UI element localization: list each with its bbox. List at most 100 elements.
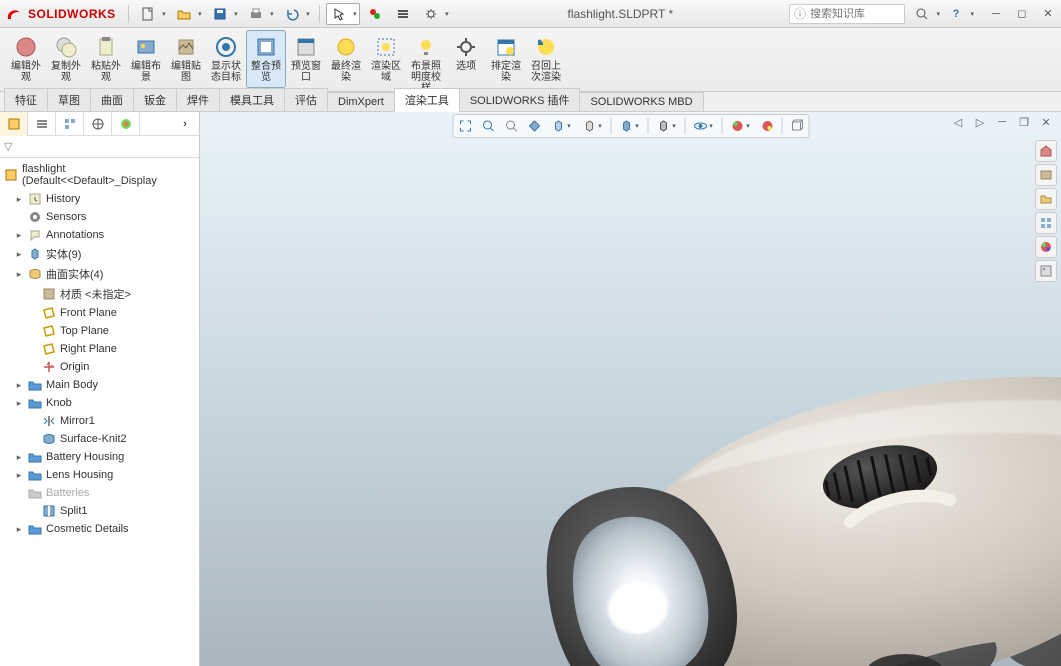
view-orientation-button[interactable] bbox=[546, 116, 576, 136]
tab-surfaces[interactable]: 曲面 bbox=[90, 88, 134, 111]
ribbon-edit-scene-button[interactable]: 编辑布景 bbox=[126, 30, 166, 88]
expand-icon[interactable]: ▸ bbox=[14, 230, 24, 241]
help-button[interactable]: ? bbox=[943, 3, 977, 25]
tree-item[interactable]: Origin bbox=[0, 358, 199, 376]
edit-appearance-button[interactable] bbox=[651, 116, 681, 136]
doc-next-button[interactable]: ▷ bbox=[971, 114, 989, 130]
tree-item[interactable]: Sensors bbox=[0, 208, 199, 226]
tab-weldments[interactable]: 焊件 bbox=[176, 88, 220, 111]
hide-show-button[interactable] bbox=[614, 116, 644, 136]
ribbon-preview-window-button[interactable]: 预览窗口 bbox=[286, 30, 326, 88]
display-manager-tab[interactable] bbox=[112, 112, 140, 136]
doc-restore-button[interactable]: ❐ bbox=[1015, 114, 1033, 130]
ribbon-display-state-target-button[interactable]: 显示状态目标 bbox=[206, 30, 246, 88]
ribbon-edit-appearance-button[interactable]: 编辑外观 bbox=[6, 30, 46, 88]
configuration-manager-tab[interactable] bbox=[56, 112, 84, 136]
tab-sw-addins[interactable]: SOLIDWORKS 插件 bbox=[459, 88, 581, 111]
previous-view-button[interactable] bbox=[500, 116, 522, 136]
search-submit-button[interactable] bbox=[909, 3, 943, 25]
tab-sw-mbd[interactable]: SOLIDWORKS MBD bbox=[579, 92, 703, 111]
doc-prev-button[interactable]: ◁ bbox=[949, 114, 967, 130]
tree-item[interactable]: Top Plane bbox=[0, 322, 199, 340]
tree-root-item[interactable]: flashlight (Default<<Default>_Display bbox=[0, 160, 199, 190]
open-file-button[interactable] bbox=[171, 3, 205, 25]
expand-icon[interactable]: ▸ bbox=[14, 380, 24, 391]
ribbon-copy-appearance-button[interactable]: 复制外观 bbox=[46, 30, 86, 88]
design-library-button[interactable] bbox=[1035, 164, 1057, 186]
ribbon-edit-decal-button[interactable]: 编辑贴图 bbox=[166, 30, 206, 88]
doc-close-button[interactable]: ✕ bbox=[1037, 114, 1055, 130]
view-palette-button[interactable] bbox=[1035, 212, 1057, 234]
ribbon-paste-appearance-button[interactable]: 粘贴外观 bbox=[86, 30, 126, 88]
tab-sketch[interactable]: 草图 bbox=[47, 88, 91, 111]
filter-icon[interactable]: ▽ bbox=[4, 140, 12, 153]
ribbon-scene-illumination-button[interactable]: 布景照明度校样 bbox=[406, 30, 446, 88]
solidworks-resources-button[interactable] bbox=[1035, 140, 1057, 162]
tree-item[interactable]: Split1 bbox=[0, 502, 199, 520]
apply-scene-button[interactable] bbox=[725, 116, 755, 136]
expand-icon[interactable]: ▸ bbox=[14, 269, 24, 280]
ribbon-schedule-render-button[interactable]: 排定渲染 bbox=[486, 30, 526, 88]
tree-item[interactable]: Batteries bbox=[0, 484, 199, 502]
file-explorer-button[interactable] bbox=[1035, 188, 1057, 210]
expand-panel-button[interactable]: › bbox=[171, 112, 199, 136]
options-list-button[interactable] bbox=[390, 3, 416, 25]
tree-item[interactable]: ▸Main Body bbox=[0, 376, 199, 394]
tree-item[interactable]: ▸Knob bbox=[0, 394, 199, 412]
custom-properties-button[interactable] bbox=[1035, 260, 1057, 282]
expand-icon[interactable]: ▸ bbox=[14, 452, 24, 463]
tree-item[interactable]: ▸实体(9) bbox=[0, 244, 199, 264]
tree-item[interactable]: ▸Annotations bbox=[0, 226, 199, 244]
tree-item[interactable]: ▸Lens Housing bbox=[0, 466, 199, 484]
render-tools-button[interactable] bbox=[756, 116, 778, 136]
section-view-button[interactable] bbox=[523, 116, 545, 136]
search-input[interactable] bbox=[810, 8, 900, 20]
tree-item[interactable]: ▸History bbox=[0, 190, 199, 208]
ribbon-render-region-button[interactable]: 渲染区域 bbox=[366, 30, 406, 88]
dimxpert-manager-tab[interactable] bbox=[84, 112, 112, 136]
ribbon-integrated-preview-button[interactable]: 整合预览 bbox=[246, 30, 286, 88]
tab-render-tools[interactable]: 渲染工具 bbox=[394, 88, 460, 112]
expand-icon[interactable]: ▸ bbox=[14, 249, 24, 260]
tree-item[interactable]: Surface-Knit2 bbox=[0, 430, 199, 448]
graphics-viewport[interactable]: ◁ ▷ ─ ❐ ✕ bbox=[200, 112, 1061, 666]
doc-minimize-button[interactable]: ─ bbox=[993, 114, 1011, 130]
tab-sheet-metal[interactable]: 钣金 bbox=[133, 88, 177, 111]
tree-item[interactable]: Mirror1 bbox=[0, 412, 199, 430]
tab-dimxpert[interactable]: DimXpert bbox=[327, 92, 395, 111]
feature-manager-tab[interactable] bbox=[0, 112, 28, 136]
knowledge-search[interactable]: ⓘ bbox=[789, 4, 905, 24]
tree-item[interactable]: 材质 <未指定> bbox=[0, 284, 199, 304]
tree-item[interactable]: ▸Battery Housing bbox=[0, 448, 199, 466]
expand-icon[interactable]: ▸ bbox=[14, 194, 24, 205]
tree-item[interactable]: ▸曲面实体(4) bbox=[0, 264, 199, 284]
expand-icon[interactable]: ▸ bbox=[14, 524, 24, 535]
print-button[interactable] bbox=[243, 3, 277, 25]
select-button[interactable] bbox=[326, 3, 360, 25]
zoom-fit-button[interactable] bbox=[454, 116, 476, 136]
tree-item[interactable]: Front Plane bbox=[0, 304, 199, 322]
zoom-area-button[interactable] bbox=[477, 116, 499, 136]
property-manager-tab[interactable] bbox=[28, 112, 56, 136]
tab-evaluate[interactable]: 评估 bbox=[284, 88, 328, 111]
display-style-button[interactable] bbox=[577, 116, 607, 136]
settings-button[interactable] bbox=[418, 3, 452, 25]
undo-button[interactable] bbox=[279, 3, 313, 25]
appearances-button[interactable] bbox=[1035, 236, 1057, 258]
ribbon-final-render-button[interactable]: 最终渲染 bbox=[326, 30, 366, 88]
save-button[interactable] bbox=[207, 3, 241, 25]
view-settings-button[interactable] bbox=[688, 116, 718, 136]
maximize-button[interactable]: ◻ bbox=[1013, 5, 1031, 23]
new-file-button[interactable] bbox=[135, 3, 169, 25]
tree-item[interactable]: Right Plane bbox=[0, 340, 199, 358]
rebuild-button[interactable] bbox=[362, 3, 388, 25]
minimize-button[interactable]: ─ bbox=[987, 5, 1005, 23]
expand-icon[interactable]: ▸ bbox=[14, 470, 24, 481]
tab-mold-tools[interactable]: 模具工具 bbox=[219, 88, 285, 111]
ribbon-recall-last-button[interactable]: 召回上次渲染 bbox=[526, 30, 566, 88]
expand-icon[interactable]: ▸ bbox=[14, 398, 24, 409]
view-cube-button[interactable] bbox=[785, 116, 807, 136]
tree-item[interactable]: ▸Cosmetic Details bbox=[0, 520, 199, 538]
ribbon-options-button[interactable]: 选项 bbox=[446, 30, 486, 88]
close-button[interactable]: ✕ bbox=[1039, 5, 1057, 23]
